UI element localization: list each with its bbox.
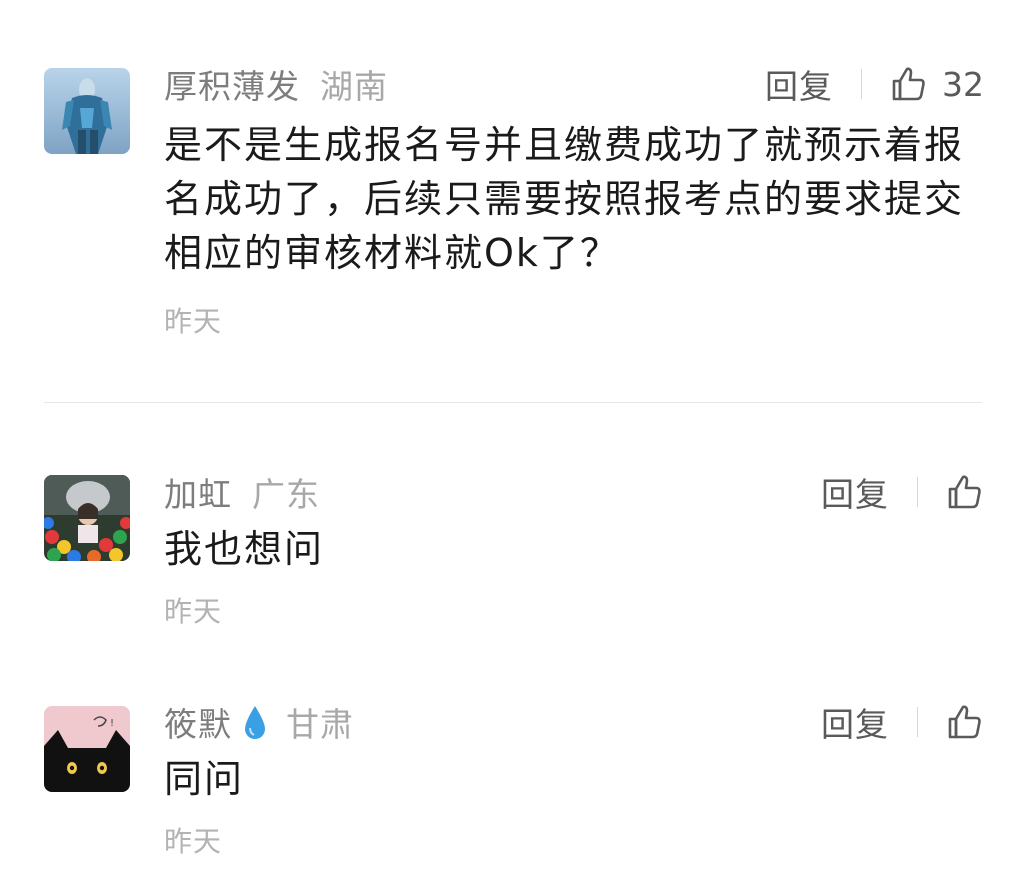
comment-time: 昨天 (164, 825, 223, 858)
thumbs-up-icon (948, 475, 981, 509)
action-divider (917, 477, 918, 507)
comment-time: 昨天 (164, 595, 223, 628)
comment-text: 同问 (164, 757, 245, 801)
comment-header: 加虹 广东 (164, 470, 320, 514)
comment-text: 是不是生成报名号并且缴费成功了就预示着报名成功了，后续只需要按照报考点的要求提交… (164, 123, 965, 275)
comment-time: 昨天 (164, 305, 223, 338)
username[interactable]: 厚积薄发 (164, 60, 300, 108)
thumbs-up-icon (948, 705, 981, 739)
like-button[interactable] (944, 702, 984, 742)
region-label: 广东 (252, 475, 320, 514)
comment-header: 厚积薄发 湖南 (164, 62, 388, 106)
armored-warrior-avatar-icon (44, 68, 130, 154)
black-cat-avatar-icon: ! (44, 706, 130, 792)
action-divider (861, 69, 862, 99)
action-divider (917, 707, 918, 737)
comment-header: 筱默 甘肃 (164, 700, 354, 744)
ball-pit-photo-avatar-icon (44, 475, 130, 561)
reply-button[interactable]: 回复 (821, 468, 889, 516)
reply-button[interactable]: 回复 (765, 60, 833, 108)
like-count: 32 (942, 64, 984, 104)
region-label: 湖南 (320, 67, 388, 106)
comment-divider (44, 402, 982, 403)
water-drop-icon (245, 706, 265, 739)
username[interactable]: 加虹 (164, 468, 232, 516)
comment-actions: 回复 (821, 700, 984, 744)
comment-actions: 回复 (821, 470, 984, 514)
like-button[interactable]: 32 (888, 64, 984, 104)
region-label: 甘肃 (286, 705, 354, 744)
avatar[interactable] (44, 475, 130, 561)
like-button[interactable] (944, 472, 984, 512)
avatar[interactable] (44, 68, 130, 154)
comment-actions: 回复 32 (765, 60, 984, 108)
reply-button[interactable]: 回复 (821, 698, 889, 746)
svg-text:!: ! (110, 718, 114, 729)
username[interactable]: 筱默 (164, 698, 232, 746)
avatar[interactable]: ! (44, 706, 130, 792)
thumbs-up-icon (892, 67, 925, 101)
comment-text: 我也想问 (164, 527, 325, 571)
